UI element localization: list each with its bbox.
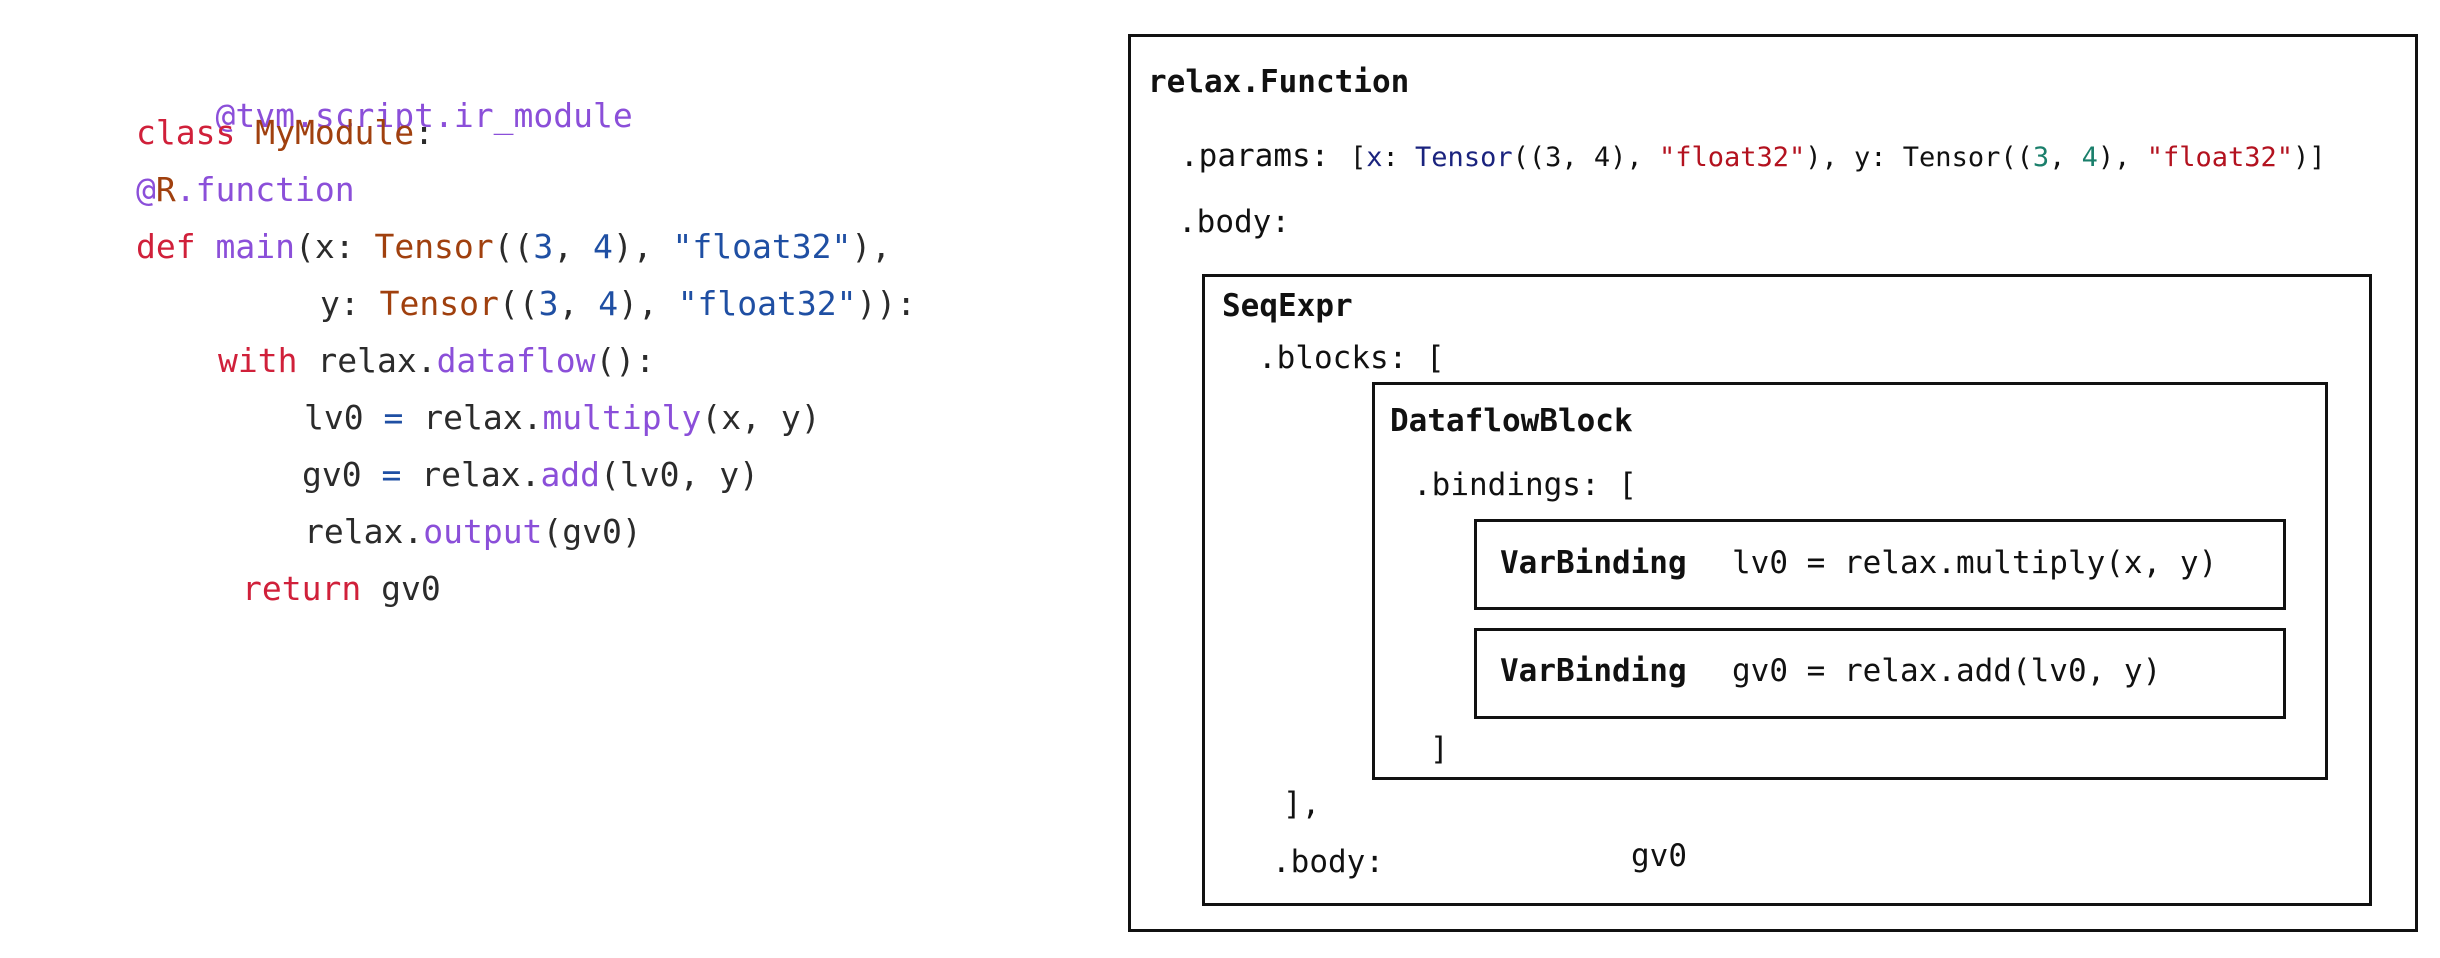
bindings-close: ] bbox=[1430, 731, 1449, 767]
blocks-close: ], bbox=[1283, 786, 1321, 822]
class-keyword: class bbox=[136, 113, 236, 152]
code-line-10: return gv0 bbox=[242, 569, 441, 608]
code-line-5: y: Tensor((3, 4), "float32")): bbox=[320, 284, 917, 323]
varbinding-expr: gv0 = relax.add(lv0, y) bbox=[1732, 653, 2162, 689]
return-keyword: return bbox=[242, 569, 362, 608]
relax-function-title: relax.Function bbox=[1148, 64, 1410, 100]
code-line-3: @R.function bbox=[136, 170, 355, 209]
dataflowblock-title: DataflowBlock bbox=[1390, 403, 1633, 439]
blocks-label: .blocks: [ bbox=[1258, 340, 1445, 376]
function-name: main bbox=[215, 227, 295, 266]
code-line-8: gv0 = relax.add(lv0, y) bbox=[302, 455, 759, 494]
code-line-7: lv0 = relax.multiply(x, y) bbox=[304, 398, 821, 437]
function-body-label: .body: bbox=[1178, 204, 1290, 240]
bindings-label: .bindings: [ bbox=[1413, 467, 1637, 503]
varbinding-kind: VarBinding bbox=[1500, 653, 1687, 689]
with-keyword: with bbox=[218, 341, 298, 380]
varbinding-kind: VarBinding bbox=[1500, 545, 1687, 581]
def-keyword: def bbox=[136, 227, 196, 266]
seqexpr-body-label: .body: bbox=[1272, 844, 1384, 880]
seqexpr-title: SeqExpr bbox=[1222, 288, 1353, 324]
class-name: MyModule bbox=[255, 113, 415, 152]
code-panel: @tvm.script.ir_module class MyModule: @R… bbox=[0, 0, 1100, 958]
params-label: .params: bbox=[1180, 138, 1330, 174]
varbinding-expr: lv0 = relax.multiply(x, y) bbox=[1732, 545, 2218, 581]
seqexpr-body-value: gv0 bbox=[1631, 838, 1687, 874]
params-value: [x: Tensor((3, 4), "float32"), y: Tensor… bbox=[1350, 142, 2326, 173]
code-line-2: class MyModule: bbox=[136, 113, 435, 152]
code-line-9: relax.output(gv0) bbox=[304, 512, 642, 551]
code-line-6: with relax.dataflow(): bbox=[218, 341, 656, 380]
code-line-4: def main(x: Tensor((3, 4), "float32"), bbox=[136, 227, 892, 266]
